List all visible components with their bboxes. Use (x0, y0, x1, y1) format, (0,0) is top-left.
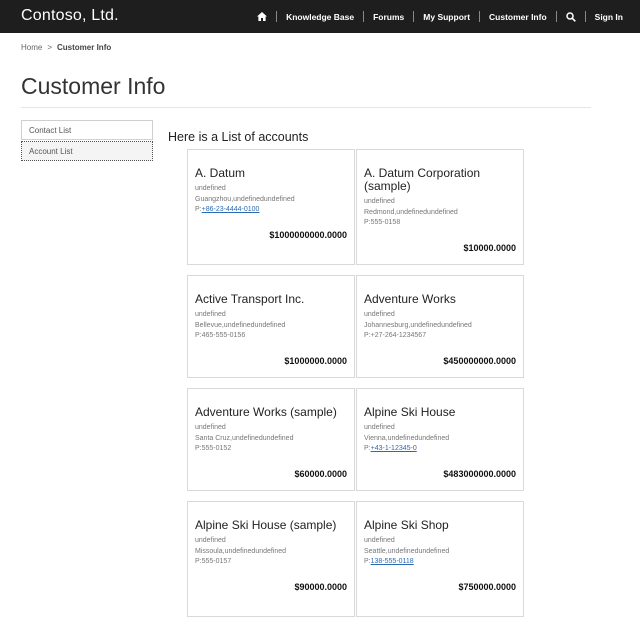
account-location: Seattle,undefinedundefined (364, 547, 450, 555)
account-phone-link[interactable]: +43-1-12345-0 (371, 445, 417, 452)
account-name: Adventure Works (364, 292, 456, 306)
nav-sign-in[interactable]: Sign In (586, 11, 632, 23)
account-location: Santa Cruz,undefinedundefined (195, 434, 294, 442)
account-card[interactable]: Alpine Ski Shop undefined Seattle,undefi… (356, 501, 524, 617)
title-divider (21, 107, 591, 108)
account-amount: $750000.0000 (458, 581, 516, 592)
account-card[interactable]: Alpine Ski House (sample) undefined Miss… (187, 501, 355, 617)
phone-prefix: P: (195, 558, 202, 565)
account-card[interactable]: A. Datum Corporation (sample) undefined … (356, 149, 524, 265)
phone-prefix: P: (364, 558, 371, 565)
breadcrumb-current: Customer Info (57, 43, 112, 52)
phone-prefix: P: (364, 219, 371, 226)
brand-logo-text[interactable]: Contoso, Ltd. (21, 7, 119, 25)
sidebar: Contact List Account List (21, 120, 153, 161)
main-nav: Knowledge Base Forums My Support Custome… (248, 0, 632, 33)
account-phone-row: P:555-0157 (195, 557, 347, 568)
account-phone-row: P:+43-1-12345-0 (364, 444, 516, 455)
accounts-heading: Here is a List of accounts (168, 130, 309, 144)
account-card[interactable]: Alpine Ski House undefined Vienna,undefi… (356, 388, 524, 491)
phone-prefix: P: (364, 445, 371, 452)
breadcrumb: Home > Customer Info (21, 43, 111, 52)
account-name: Adventure Works (sample) (195, 405, 337, 419)
account-phone-row: P:138-555-0118 (364, 557, 516, 568)
nav-customer-info[interactable]: Customer Info (480, 11, 556, 23)
account-phone-row: P:+27-264-1234567 (364, 331, 516, 342)
page-title: Customer Info (21, 73, 166, 99)
account-phone: +27-264-1234567 (370, 332, 427, 339)
sidebar-item-contact-list[interactable]: Contact List (21, 120, 153, 140)
accounts-grid: A. Datum undefined Guangzhou,undefinedun… (187, 149, 527, 627)
account-amount: $90000.0000 (294, 581, 347, 592)
account-line: undefined (195, 424, 226, 431)
account-amount: $483000000.0000 (443, 468, 516, 479)
account-phone: 555-0158 (370, 219, 401, 226)
account-line: undefined (364, 424, 395, 431)
account-amount: $1000000000.0000 (269, 229, 347, 240)
account-location: Guangzhou,undefinedundefined (195, 195, 295, 203)
phone-prefix: P: (195, 206, 202, 213)
home-icon[interactable] (248, 12, 276, 21)
account-phone-row: P:465-555-0156 (195, 331, 347, 342)
nav-knowledge-base[interactable]: Knowledge Base (277, 11, 363, 23)
account-location: Missoula,undefinedundefined (195, 547, 287, 555)
account-name: A. Datum Corporation (sample) (364, 166, 481, 193)
nav-forums[interactable]: Forums (364, 11, 413, 23)
breadcrumb-home[interactable]: Home (21, 43, 42, 52)
account-line: undefined (195, 311, 226, 318)
account-phone: 555-0157 (201, 558, 232, 565)
account-line: undefined (195, 537, 226, 544)
account-location: Redmond,undefinedundefined (364, 208, 458, 216)
nav-my-support[interactable]: My Support (414, 11, 479, 23)
account-card[interactable]: Adventure Works undefined Johannesburg,u… (356, 275, 524, 378)
account-line: undefined (364, 198, 395, 205)
account-phone: 555-0152 (201, 445, 232, 452)
account-location: Johannesburg,undefinedundefined (364, 321, 472, 329)
account-card[interactable]: Adventure Works (sample) undefined Santa… (187, 388, 355, 491)
account-phone-link[interactable]: 138-555-0118 (371, 558, 414, 565)
account-name: Alpine Ski Shop (364, 518, 449, 532)
breadcrumb-separator: > (47, 43, 53, 52)
phone-prefix: P: (195, 332, 202, 339)
account-card[interactable]: Active Transport Inc. undefined Bellevue… (187, 275, 355, 378)
account-location: Bellevue,undefinedundefined (195, 321, 286, 329)
account-phone-row: P:+86-23-4444-0100 (195, 205, 347, 216)
account-amount: $60000.0000 (294, 468, 347, 479)
account-phone-link[interactable]: +86-23-4444-0100 (202, 206, 260, 213)
account-amount: $10000.0000 (463, 242, 516, 253)
search-icon[interactable] (557, 11, 585, 22)
account-name: Alpine Ski House (sample) (195, 518, 337, 532)
account-phone: 465-555-0156 (201, 332, 246, 339)
account-phone-row: P:555-0158 (364, 218, 516, 229)
account-line: undefined (195, 185, 226, 192)
sidebar-item-account-list[interactable]: Account List (21, 141, 153, 161)
account-phone-row: P:555-0152 (195, 444, 347, 455)
account-amount: $1000000.0000 (284, 355, 347, 366)
account-name: A. Datum (195, 166, 246, 180)
account-line: undefined (364, 311, 395, 318)
account-line: undefined (364, 537, 395, 544)
account-amount: $450000000.0000 (443, 355, 516, 366)
top-navigation-bar: Contoso, Ltd. Knowledge Base Forums My S… (0, 0, 640, 33)
account-name: Alpine Ski House (364, 405, 456, 419)
account-location: Vienna,undefinedundefined (364, 434, 450, 442)
account-card[interactable]: A. Datum undefined Guangzhou,undefinedun… (187, 149, 355, 265)
phone-prefix: P: (195, 445, 202, 452)
account-name: Active Transport Inc. (195, 292, 305, 306)
phone-prefix: P: (364, 332, 371, 339)
